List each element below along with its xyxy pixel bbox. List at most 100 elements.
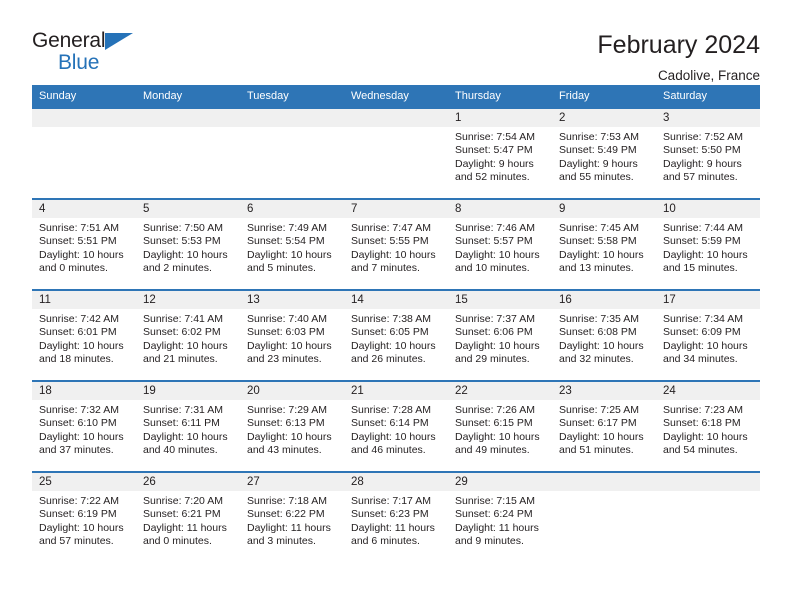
day-sun-info: Sunrise: 7:25 AM Sunset: 6:17 PM Daylight:…	[552, 400, 656, 458]
calendar-day-cell[interactable]: 18 Sunrise: 7:32 AM Sunset: 6:10 PM Dayligh…	[32, 380, 136, 472]
day-number: 23	[552, 382, 656, 400]
sunset-text: Sunset: 6:17 PM	[559, 417, 637, 430]
sunset-text: Sunset: 5:49 PM	[559, 144, 637, 157]
day-number: 25	[32, 473, 136, 491]
calendar-day-cell[interactable]: 7 Sunrise: 7:47 AM Sunset: 5:55 PM Daylight…	[344, 198, 448, 290]
calendar-day-cell[interactable]: 14 Sunrise: 7:38 AM Sunset: 6:05 PM Dayligh…	[344, 289, 448, 381]
sunrise-text: Sunrise: 7:17 AM	[351, 495, 431, 507]
day-cell-inner	[552, 473, 656, 562]
day-number: 9	[552, 200, 656, 218]
calendar-day-cell[interactable]: 2 Sunrise: 7:53 AM Sunset: 5:49 PM Daylight…	[552, 107, 656, 199]
daylight-1-text: Daylight: 10 hours	[247, 248, 332, 261]
calendar-day-cell[interactable]: 22 Sunrise: 7:26 AM Sunset: 6:15 PM Dayligh…	[448, 380, 552, 472]
day-number: 3	[656, 109, 760, 127]
daylight-1-text: Daylight: 10 hours	[143, 339, 228, 352]
calendar-day-cell[interactable]: 23 Sunrise: 7:25 AM Sunset: 6:17 PM Dayligh…	[552, 380, 656, 472]
calendar-week-row: 11 Sunrise: 7:42 AM Sunset: 6:01 PM Dayligh…	[32, 289, 760, 381]
calendar-day-cell[interactable]: 8 Sunrise: 7:46 AM Sunset: 5:57 PM Daylight…	[448, 198, 552, 290]
day-cell-inner: 18 Sunrise: 7:32 AM Sunset: 6:10 PM Dayligh…	[32, 382, 136, 471]
calendar-day-cell[interactable]: 12 Sunrise: 7:41 AM Sunset: 6:02 PM Dayligh…	[136, 289, 240, 381]
day-sun-info: Sunrise: 7:50 AM Sunset: 5:53 PM Daylight:…	[136, 218, 240, 276]
sunrise-text: Sunrise: 7:45 AM	[559, 222, 639, 234]
day-cell-inner: 25 Sunrise: 7:22 AM Sunset: 6:19 PM Dayligh…	[32, 473, 136, 562]
calendar-day-cell[interactable]: 29 Sunrise: 7:15 AM Sunset: 6:24 PM Dayligh…	[448, 471, 552, 562]
calendar-week-row: 4 Sunrise: 7:51 AM Sunset: 5:51 PM Daylight…	[32, 198, 760, 290]
calendar-page: General Blue February 2024 Cadolive, Fra…	[0, 0, 792, 612]
calendar-day-cell[interactable]: 6 Sunrise: 7:49 AM Sunset: 5:54 PM Daylight…	[240, 198, 344, 290]
day-number: 17	[656, 291, 760, 309]
day-number: 16	[552, 291, 656, 309]
daylight-2-text: and 13 minutes.	[559, 262, 634, 275]
sunset-text: Sunset: 6:08 PM	[559, 326, 637, 339]
calendar-day-cell[interactable]: 19 Sunrise: 7:31 AM Sunset: 6:11 PM Dayligh…	[136, 380, 240, 472]
sunset-text: Sunset: 6:06 PM	[455, 326, 533, 339]
daylight-1-text: Daylight: 10 hours	[663, 430, 748, 443]
calendar-day-cell[interactable]: 25 Sunrise: 7:22 AM Sunset: 6:19 PM Dayligh…	[32, 471, 136, 562]
calendar-day-cell[interactable]: 10 Sunrise: 7:44 AM Sunset: 5:59 PM Dayligh…	[656, 198, 760, 290]
day-number	[32, 109, 136, 127]
calendar-day-cell-empty	[136, 107, 240, 199]
daylight-2-text: and 49 minutes.	[455, 444, 530, 457]
title-block: February 2024 Cadolive, France	[597, 30, 760, 82]
day-number: 26	[136, 473, 240, 491]
page-title: February 2024	[597, 31, 760, 59]
daylight-1-text: Daylight: 10 hours	[247, 339, 332, 352]
calendar-day-cell[interactable]: 20 Sunrise: 7:29 AM Sunset: 6:13 PM Dayligh…	[240, 380, 344, 472]
calendar-day-cell[interactable]: 16 Sunrise: 7:35 AM Sunset: 6:08 PM Dayligh…	[552, 289, 656, 381]
daylight-2-text: and 6 minutes.	[351, 535, 420, 548]
calendar-body: 1 Sunrise: 7:54 AM Sunset: 5:47 PM Daylight…	[32, 107, 760, 562]
calendar-day-cell[interactable]: 26 Sunrise: 7:20 AM Sunset: 6:21 PM Dayligh…	[136, 471, 240, 562]
calendar-day-cell[interactable]: 4 Sunrise: 7:51 AM Sunset: 5:51 PM Daylight…	[32, 198, 136, 290]
daylight-2-text: and 55 minutes.	[559, 171, 634, 184]
day-cell-inner: 21 Sunrise: 7:28 AM Sunset: 6:14 PM Dayligh…	[344, 382, 448, 471]
calendar-day-cell[interactable]: 21 Sunrise: 7:28 AM Sunset: 6:14 PM Dayligh…	[344, 380, 448, 472]
sunset-text: Sunset: 6:09 PM	[663, 326, 741, 339]
day-cell-inner: 10 Sunrise: 7:44 AM Sunset: 5:59 PM Dayligh…	[656, 200, 760, 289]
day-number: 12	[136, 291, 240, 309]
calendar-day-cell[interactable]: 9 Sunrise: 7:45 AM Sunset: 5:58 PM Daylight…	[552, 198, 656, 290]
calendar-day-cell[interactable]: 27 Sunrise: 7:18 AM Sunset: 6:22 PM Dayligh…	[240, 471, 344, 562]
daylight-1-text: Daylight: 10 hours	[143, 248, 228, 261]
sunrise-text: Sunrise: 7:49 AM	[247, 222, 327, 234]
day-sun-info: Sunrise: 7:42 AM Sunset: 6:01 PM Daylight:…	[32, 309, 136, 367]
daylight-1-text: Daylight: 10 hours	[663, 339, 748, 352]
day-cell-inner: 23 Sunrise: 7:25 AM Sunset: 6:17 PM Dayligh…	[552, 382, 656, 471]
sunset-text: Sunset: 6:10 PM	[39, 417, 117, 430]
daylight-2-text: and 18 minutes.	[39, 353, 114, 366]
day-sun-info: Sunrise: 7:41 AM Sunset: 6:02 PM Daylight:…	[136, 309, 240, 367]
calendar-day-cell[interactable]: 24 Sunrise: 7:23 AM Sunset: 6:18 PM Dayligh…	[656, 380, 760, 472]
daylight-1-text: Daylight: 10 hours	[351, 339, 436, 352]
daylight-2-text: and 46 minutes.	[351, 444, 426, 457]
calendar-day-cell[interactable]: 13 Sunrise: 7:40 AM Sunset: 6:03 PM Dayligh…	[240, 289, 344, 381]
calendar-day-cell[interactable]: 1 Sunrise: 7:54 AM Sunset: 5:47 PM Daylight…	[448, 107, 552, 199]
daylight-1-text: Daylight: 10 hours	[39, 248, 124, 261]
calendar-day-cell[interactable]: 3 Sunrise: 7:52 AM Sunset: 5:50 PM Daylight…	[656, 107, 760, 199]
day-number: 14	[344, 291, 448, 309]
calendar-day-cell[interactable]: 5 Sunrise: 7:50 AM Sunset: 5:53 PM Daylight…	[136, 198, 240, 290]
day-sun-info: Sunrise: 7:17 AM Sunset: 6:23 PM Daylight:…	[344, 491, 448, 549]
day-cell-inner	[656, 473, 760, 562]
daylight-1-text: Daylight: 9 hours	[663, 157, 742, 170]
sunrise-text: Sunrise: 7:22 AM	[39, 495, 119, 507]
day-sun-info: Sunrise: 7:37 AM Sunset: 6:06 PM Daylight:…	[448, 309, 552, 367]
day-cell-inner	[240, 109, 344, 198]
daylight-1-text: Daylight: 10 hours	[559, 430, 644, 443]
sunrise-text: Sunrise: 7:47 AM	[351, 222, 431, 234]
sunset-text: Sunset: 5:59 PM	[663, 235, 741, 248]
day-number: 24	[656, 382, 760, 400]
calendar-week-row: 18 Sunrise: 7:32 AM Sunset: 6:10 PM Dayligh…	[32, 380, 760, 472]
sunset-text: Sunset: 6:05 PM	[351, 326, 429, 339]
sunrise-text: Sunrise: 7:38 AM	[351, 313, 431, 325]
calendar-day-cell[interactable]: 17 Sunrise: 7:34 AM Sunset: 6:09 PM Dayligh…	[656, 289, 760, 381]
daylight-2-text: and 0 minutes.	[39, 262, 108, 275]
sunset-text: Sunset: 5:58 PM	[559, 235, 637, 248]
weekday-header-friday: Friday	[552, 85, 656, 108]
calendar-day-cell[interactable]: 11 Sunrise: 7:42 AM Sunset: 6:01 PM Dayligh…	[32, 289, 136, 381]
daylight-2-text: and 9 minutes.	[455, 535, 524, 548]
calendar-day-cell[interactable]: 28 Sunrise: 7:17 AM Sunset: 6:23 PM Dayligh…	[344, 471, 448, 562]
day-cell-inner: 27 Sunrise: 7:18 AM Sunset: 6:22 PM Dayligh…	[240, 473, 344, 562]
daylight-2-text: and 7 minutes.	[351, 262, 420, 275]
sunset-text: Sunset: 6:02 PM	[143, 326, 221, 339]
logo-text-blue: Blue	[58, 51, 100, 74]
calendar-day-cell[interactable]: 15 Sunrise: 7:37 AM Sunset: 6:06 PM Dayligh…	[448, 289, 552, 381]
